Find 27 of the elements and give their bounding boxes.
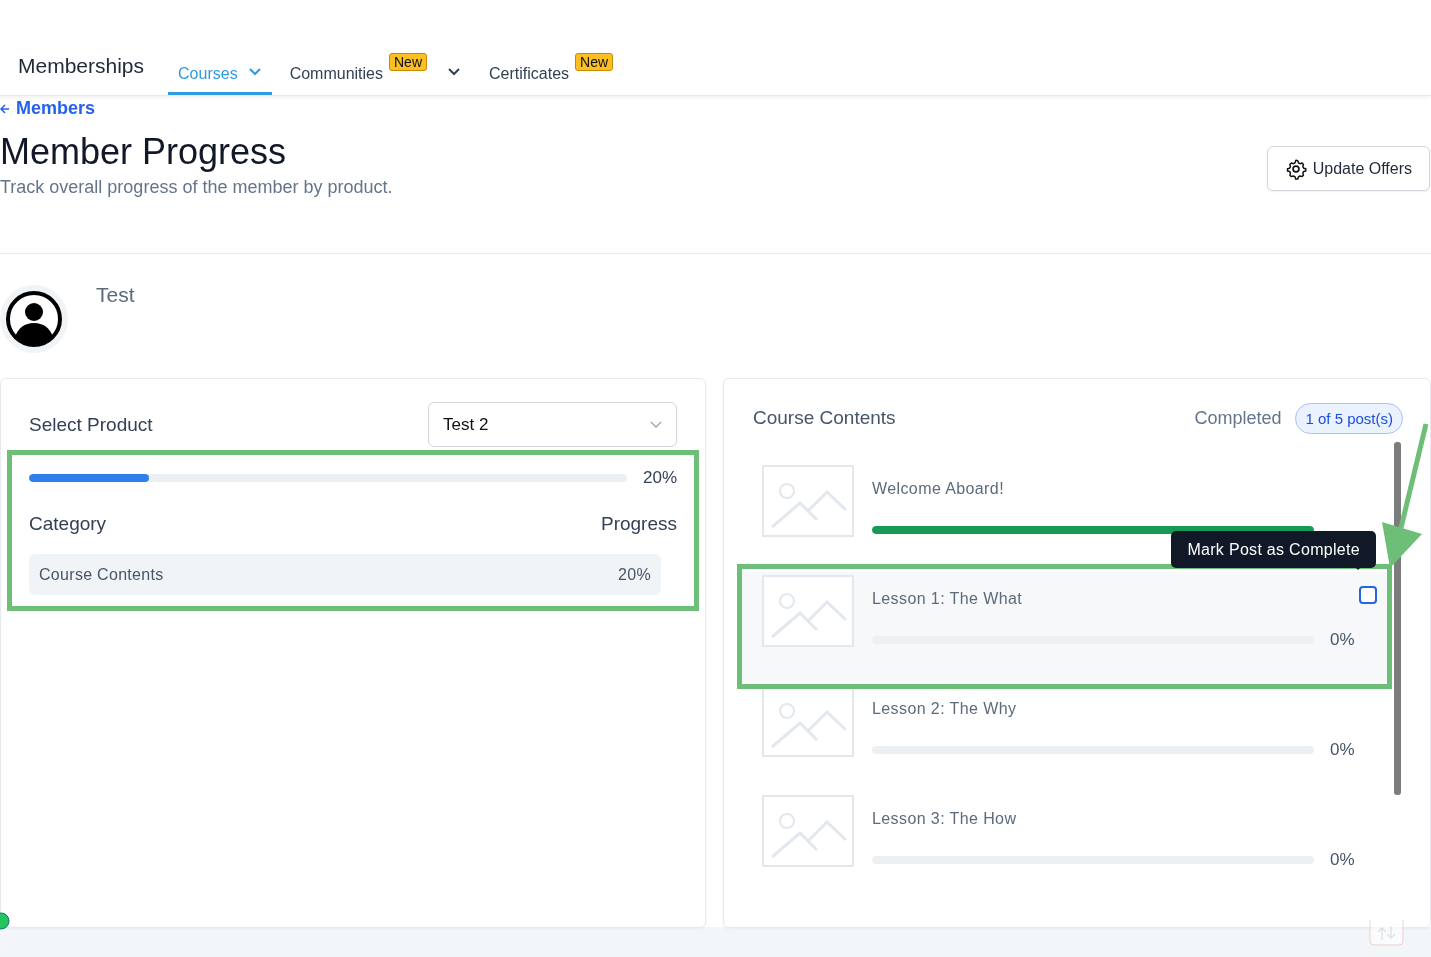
completed-label: Completed [1194, 407, 1282, 429]
page-subtitle: Track overall progress of the member by product. [0, 177, 394, 198]
progress-reading: 0% [1330, 740, 1355, 760]
back-link[interactable]: Members [0, 98, 96, 119]
page-title: Member Progress [0, 131, 287, 173]
table-cell: 20% [618, 565, 651, 584]
column-header: Category [29, 513, 107, 535]
completed-count-badge: 1 of 5 post(s) [1295, 402, 1403, 434]
lesson-title: Welcome Aboard! [872, 480, 1004, 498]
column-header: Progress [600, 513, 677, 535]
nav-tab[interactable]: Certificates New [479, 51, 624, 95]
table-cell: Course Contents [39, 565, 164, 584]
progress-reading: 0% [1330, 850, 1355, 870]
update-offers-button[interactable]: Update Offers [1266, 146, 1430, 191]
product-select[interactable]: Test 2 [428, 402, 677, 447]
lesson-title: Lesson 2: The Why [872, 700, 1017, 718]
brand-title: Memberships [18, 54, 145, 79]
card-title: Course Contents [753, 407, 896, 429]
nav-tab[interactable]: Communities New [279, 51, 471, 95]
new-badge: New [389, 53, 427, 71]
new-badge: New [575, 53, 614, 71]
member-name: Test [96, 283, 135, 307]
field-label: Select Product [29, 413, 153, 436]
lesson-title: Lesson 3: The How [872, 810, 1017, 828]
lesson-title: Lesson 1: The What [872, 590, 1023, 608]
progress-reading: 20% [642, 468, 677, 488]
progress-reading: 0% [1330, 630, 1355, 650]
